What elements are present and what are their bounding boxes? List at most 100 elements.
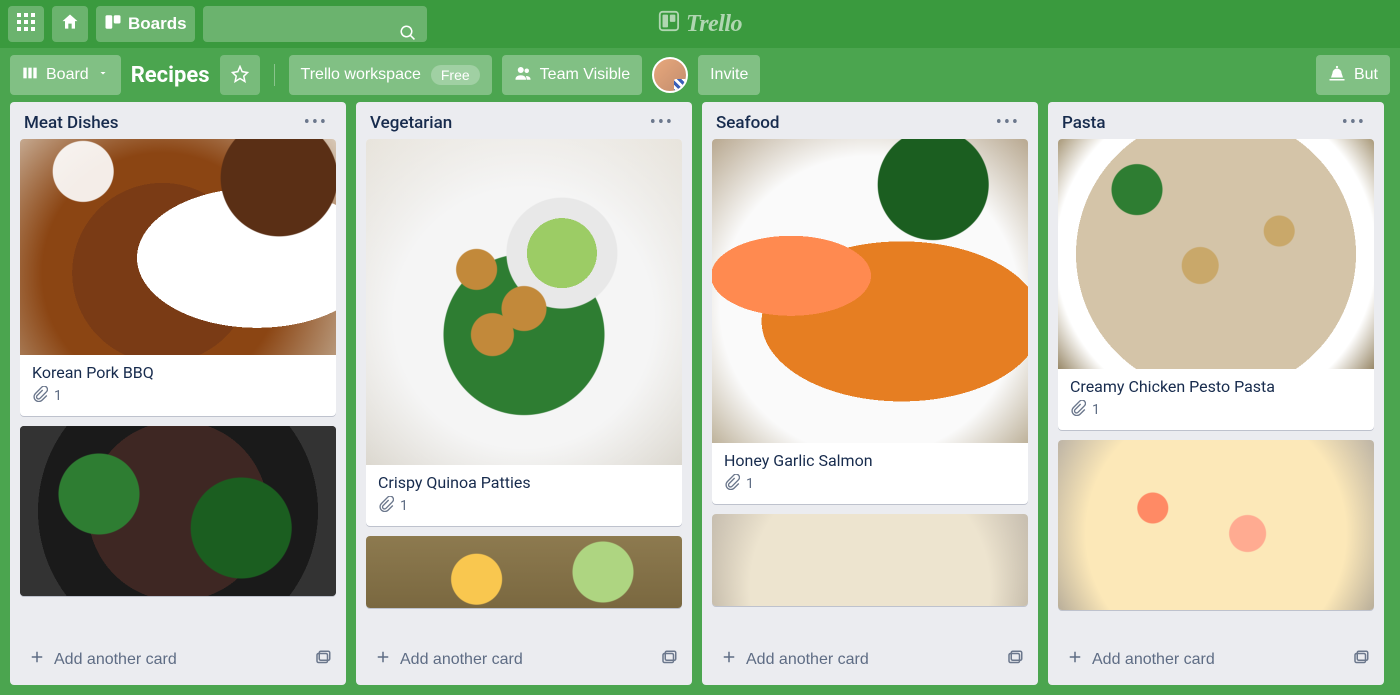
card-template-button[interactable] [656, 645, 682, 674]
template-icon [314, 649, 332, 670]
invite-label: Invite [710, 66, 748, 84]
add-card-button[interactable]: Add another card [1058, 642, 1348, 677]
apps-grid-icon [17, 13, 35, 36]
card-cover [366, 139, 682, 465]
card[interactable]: Honey Garlic Salmon 1 [712, 139, 1028, 504]
add-card-label: Add another card [54, 651, 177, 669]
list-menu-button[interactable] [1338, 112, 1370, 133]
team-icon [514, 64, 532, 87]
attachment-count: 1 [1092, 402, 1100, 418]
list-footer: Add another card [702, 634, 1038, 685]
board-bar: Board Recipes Trello workspace Free Team… [0, 48, 1400, 102]
card-body: Crispy Quinoa Patties 1 [366, 465, 682, 526]
trello-logo: Trello [658, 10, 742, 39]
list-header: Vegetarian [356, 102, 692, 139]
trello-logo-text: Trello [686, 11, 742, 38]
workspace-label: Trello workspace [301, 66, 421, 84]
card-cover [1058, 440, 1374, 610]
cards-container[interactable]: Crispy Quinoa Patties 1 [356, 139, 692, 634]
card-template-button[interactable] [1002, 645, 1028, 674]
butler-button[interactable]: But [1316, 55, 1390, 95]
add-card-button[interactable]: Add another card [366, 642, 656, 677]
board-view-icon [22, 65, 38, 86]
apps-menu-button[interactable] [8, 6, 44, 42]
search-input[interactable] [203, 6, 427, 42]
card[interactable]: Crispy Quinoa Patties 1 [366, 139, 682, 526]
card[interactable] [1058, 440, 1374, 610]
cards-container[interactable]: Korean Pork BBQ 1 [10, 139, 346, 634]
card-badges: 1 [1070, 400, 1362, 420]
plan-badge: Free [431, 65, 480, 85]
boards-button[interactable]: Boards [96, 6, 195, 42]
card-cover [20, 426, 336, 596]
star-button[interactable] [220, 55, 260, 95]
list-title[interactable]: Meat Dishes [24, 113, 119, 133]
card-title: Creamy Chicken Pesto Pasta [1070, 377, 1362, 396]
template-icon [660, 649, 678, 670]
card-badges: 1 [378, 496, 670, 516]
board-view-label: Board [46, 66, 89, 84]
list-header: Meat Dishes [10, 102, 346, 139]
list-menu-button[interactable] [646, 112, 678, 133]
visibility-label: Team Visible [540, 66, 630, 84]
attachment-count: 1 [746, 476, 754, 492]
list: Meat Dishes Korean Pork BBQ 1 Add anothe… [10, 102, 346, 685]
cards-container[interactable]: Creamy Chicken Pesto Pasta 1 [1048, 139, 1384, 634]
invite-button[interactable]: Invite [698, 55, 760, 95]
plus-icon [28, 648, 46, 671]
card-cover [20, 139, 336, 355]
card[interactable]: Creamy Chicken Pesto Pasta 1 [1058, 139, 1374, 430]
card-template-button[interactable] [310, 645, 336, 674]
card-body: Korean Pork BBQ 1 [20, 355, 336, 416]
card-title: Korean Pork BBQ [32, 363, 324, 382]
template-icon [1006, 649, 1024, 670]
chevron-down-icon [97, 66, 109, 84]
list-title[interactable]: Vegetarian [370, 113, 452, 133]
list-menu-button[interactable] [992, 112, 1024, 133]
list-title[interactable]: Pasta [1062, 113, 1106, 133]
board-view-switcher[interactable]: Board [10, 55, 121, 95]
card[interactable] [712, 514, 1028, 606]
home-button[interactable] [52, 6, 88, 42]
card-template-button[interactable] [1348, 645, 1374, 674]
add-card-button[interactable]: Add another card [712, 642, 1002, 677]
attachment-icon [1070, 400, 1086, 420]
attachment-icon [32, 386, 48, 406]
card-cover [1058, 139, 1374, 369]
cards-container[interactable]: Honey Garlic Salmon 1 [702, 139, 1038, 634]
template-icon [1352, 649, 1370, 670]
list-header: Seafood [702, 102, 1038, 139]
card-badges: 1 [724, 474, 1016, 494]
add-card-label: Add another card [1092, 651, 1215, 669]
butler-label: But [1354, 66, 1378, 84]
list-header: Pasta [1048, 102, 1384, 139]
card[interactable] [20, 426, 336, 596]
member-avatar[interactable] [652, 57, 688, 93]
list: Pasta Creamy Chicken Pesto Pasta 1 Add a… [1048, 102, 1384, 685]
board-title[interactable]: Recipes [131, 63, 210, 88]
card-body: Honey Garlic Salmon 1 [712, 443, 1028, 504]
search-field[interactable] [213, 17, 417, 32]
list-footer: Add another card [356, 634, 692, 685]
star-icon [231, 65, 249, 86]
attachment-icon [378, 496, 394, 516]
boards-label: Boards [128, 14, 187, 34]
card[interactable]: Korean Pork BBQ 1 [20, 139, 336, 416]
home-icon [60, 12, 80, 37]
attachment-count: 1 [54, 388, 62, 404]
card-body: Creamy Chicken Pesto Pasta 1 [1058, 369, 1374, 430]
visibility-button[interactable]: Team Visible [502, 55, 642, 95]
list-title[interactable]: Seafood [716, 113, 779, 133]
list-menu-button[interactable] [300, 112, 332, 133]
plus-icon [374, 648, 392, 671]
trello-logo-icon [658, 10, 680, 39]
board-canvas[interactable]: Meat Dishes Korean Pork BBQ 1 Add anothe… [0, 102, 1400, 695]
plus-icon [720, 648, 738, 671]
add-card-button[interactable]: Add another card [20, 642, 310, 677]
list-footer: Add another card [1048, 634, 1384, 685]
global-header: Boards Trello [0, 0, 1400, 48]
add-card-label: Add another card [746, 651, 869, 669]
card[interactable] [366, 536, 682, 608]
plus-icon [1066, 648, 1084, 671]
workspace-button[interactable]: Trello workspace Free [289, 55, 492, 95]
